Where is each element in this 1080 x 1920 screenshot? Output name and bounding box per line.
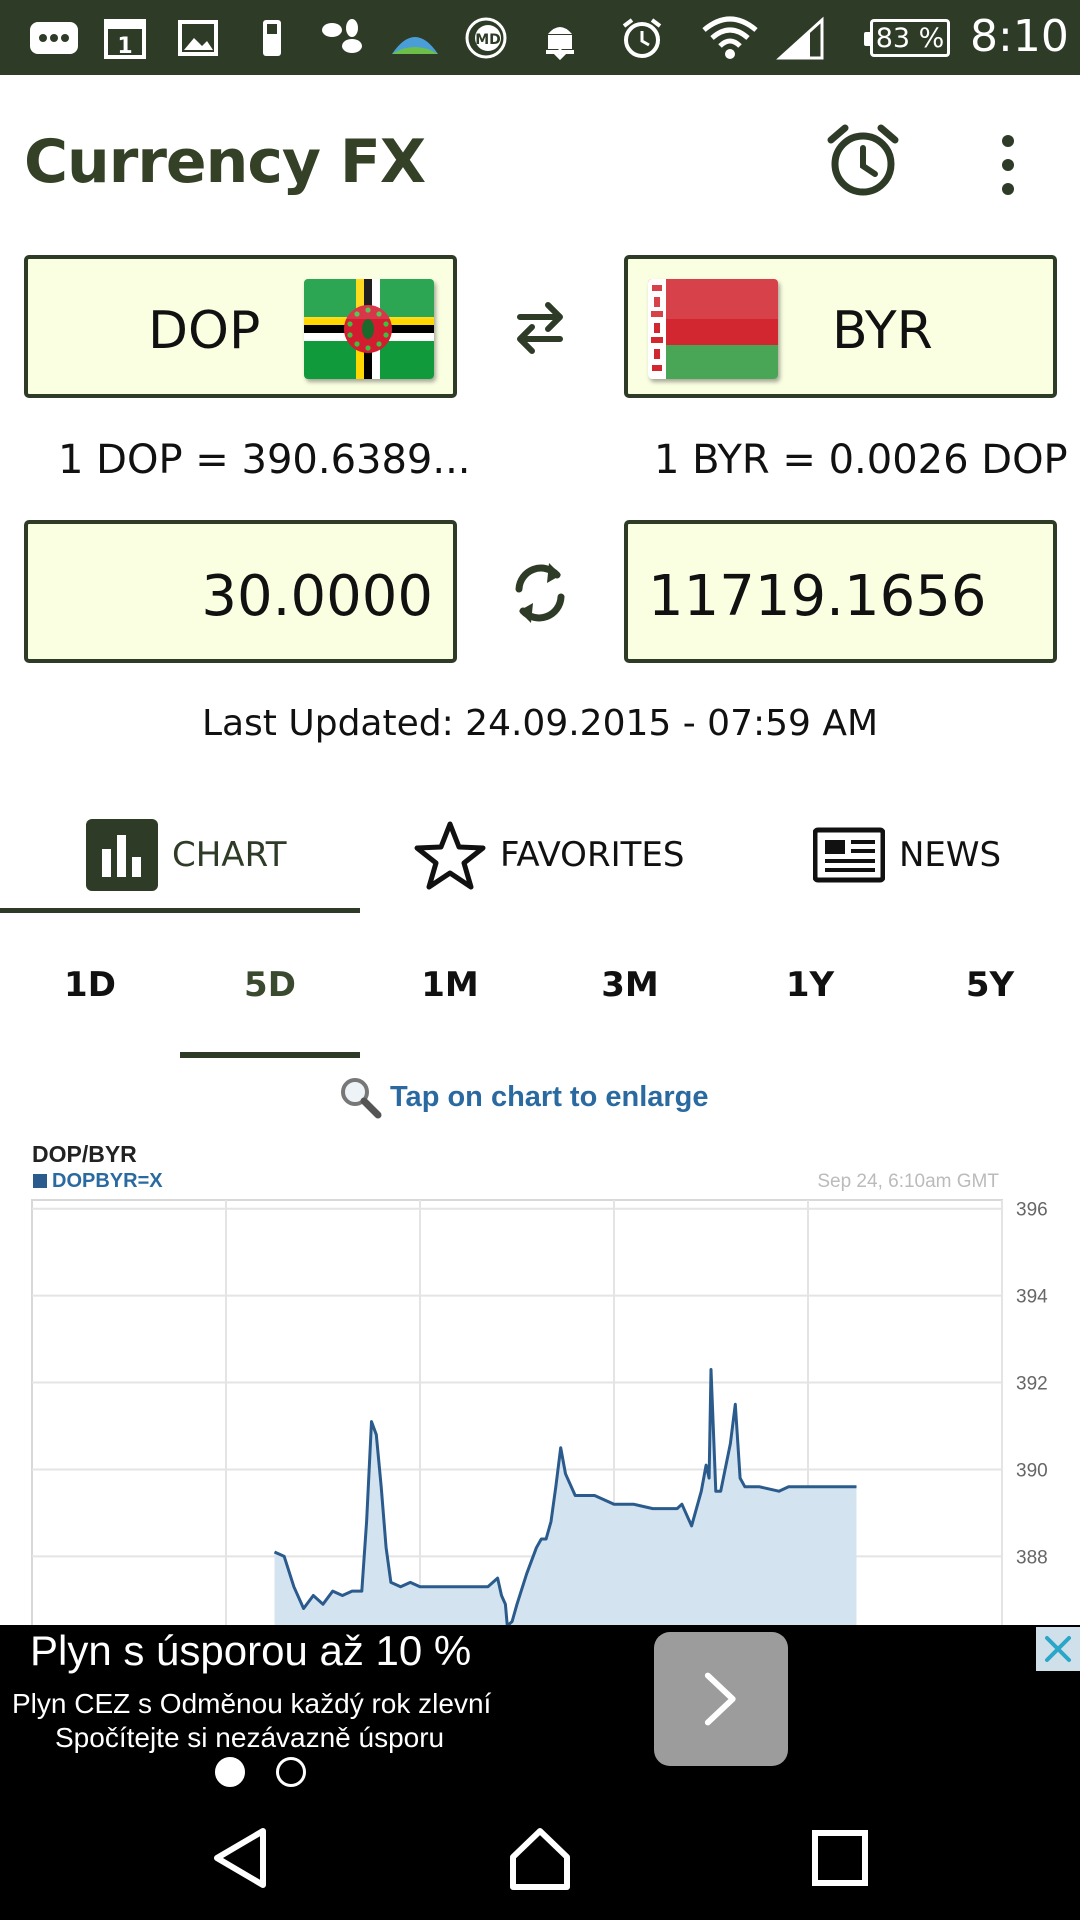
swap-currencies-button[interactable] <box>510 295 570 360</box>
tab-chart[interactable]: CHART <box>86 800 286 910</box>
rate-chart-svg: DOP/BYR DOPBYR=X Sep 24, 6:10am GMT 3963… <box>31 1141 1048 1625</box>
last-updated-label: Last Updated: 24.09.2015 - 07:59 AM <box>201 703 879 744</box>
period-5d[interactable]: 5D <box>180 965 360 1005</box>
message-icon <box>28 16 80 60</box>
swap-arrows-icon <box>517 302 563 354</box>
tab-news-label: NEWS <box>899 835 1002 875</box>
close-icon <box>1045 1636 1071 1662</box>
recents-square-icon <box>812 1830 868 1886</box>
period-active-indicator <box>180 1052 360 1058</box>
alarm-clock-icon <box>827 124 899 196</box>
wifi-icon <box>700 16 760 60</box>
magnifier-icon <box>341 1078 382 1119</box>
to-amount-field[interactable]: 11719.1656 <box>624 520 1057 663</box>
from-rate-label: 1 DOP = 390.6389... <box>58 437 471 483</box>
from-currency-code: DOP <box>148 301 261 361</box>
signal-icon <box>776 16 826 60</box>
nav-back-button[interactable] <box>207 1823 277 1893</box>
tab-news[interactable]: NEWS <box>813 800 1001 910</box>
ad-page-dot-1[interactable] <box>215 1757 245 1787</box>
ad-page-dot-2[interactable] <box>276 1757 306 1787</box>
app-bar: Currency FX <box>0 75 1080 245</box>
from-amount-field[interactable]: 30.0000 <box>24 520 457 663</box>
period-1y[interactable]: 1Y <box>720 965 900 1005</box>
md-app-icon: MD <box>460 16 512 60</box>
period-3m[interactable]: 3M <box>540 965 720 1005</box>
chart-timestamp: Sep 24, 6:10am GMT <box>817 1171 999 1192</box>
chart-y-tick-label: 396 <box>1016 1200 1048 1221</box>
to-currency-selector[interactable]: BYR <box>624 255 1057 398</box>
overflow-menu-button[interactable] <box>985 125 1031 205</box>
app-title: Currency FX <box>24 127 426 197</box>
to-rate-label: 1 BYR = 0.0026 DOP <box>654 437 1068 483</box>
belarus-flag-icon <box>648 279 778 379</box>
enlarge-hint[interactable]: Tap on chart to enlarge <box>338 1075 709 1119</box>
ad-line-1: Plyn CEZ s Odměnou každý rok zlevní <box>12 1688 492 1719</box>
bar-chart-icon <box>86 819 158 891</box>
ad-close-button[interactable] <box>1036 1627 1080 1671</box>
dominica-flag-icon <box>304 279 434 379</box>
star-icon <box>414 821 486 890</box>
chart-y-ticks: 396 394 392 390 388 <box>1016 1200 1048 1569</box>
landscape-app-icon <box>390 16 440 60</box>
refresh-icon <box>515 563 565 623</box>
ad-banner[interactable]: Plyn s úsporou až 10 % Plyn CEZ s Odměno… <box>0 1625 1080 1795</box>
battery-indicator: 83 % <box>864 19 950 57</box>
alarm-button[interactable] <box>823 120 903 200</box>
back-triangle-icon <box>214 1828 266 1888</box>
ad-title: Plyn s úsporou až 10 % <box>30 1627 472 1674</box>
refresh-button[interactable] <box>505 555 575 630</box>
tab-chart-label: CHART <box>172 835 287 875</box>
legend-series-name: DOPBYR=X <box>52 1170 163 1192</box>
period-1d[interactable]: 1D <box>0 965 180 1005</box>
chart-y-tick-label: 390 <box>1016 1460 1048 1481</box>
nav-home-button[interactable] <box>505 1823 575 1893</box>
chevron-right-icon <box>704 1672 736 1726</box>
android-download-icon <box>538 16 582 60</box>
from-currency-selector[interactable]: DOP <box>24 255 457 398</box>
period-1m[interactable]: 1M <box>360 965 540 1005</box>
svg-text:1: 1 <box>117 34 132 59</box>
enlarge-hint-text: Tap on chart to enlarge <box>390 1080 709 1113</box>
chart-y-tick-label: 392 <box>1016 1374 1048 1395</box>
tab-favorites-label: FAVORITES <box>500 835 685 875</box>
more-vertical-icon <box>1002 135 1014 195</box>
nav-recents-button[interactable] <box>805 1823 875 1893</box>
status-time: 8:10 <box>970 11 1069 62</box>
tab-active-indicator <box>0 908 360 913</box>
status-bar: 1 MD 83 % 8:10 <box>0 0 1080 75</box>
sim-icon <box>255 16 289 60</box>
calendar-icon: 1 <box>103 16 147 60</box>
chart-y-tick-label: 388 <box>1016 1547 1048 1568</box>
home-icon <box>510 1828 570 1890</box>
legend-swatch <box>33 1174 47 1188</box>
ad-next-button[interactable] <box>654 1632 788 1766</box>
period-5y[interactable]: 5Y <box>900 965 1080 1005</box>
from-amount-value: 30.0000 <box>201 564 433 629</box>
to-amount-value: 11719.1656 <box>648 564 987 629</box>
chart-y-tick-label: 394 <box>1016 1287 1048 1308</box>
navigation-bar <box>0 1795 1080 1920</box>
chart-title: DOP/BYR <box>32 1141 137 1167</box>
tab-favorites[interactable]: FAVORITES <box>414 800 684 910</box>
ad-line-2: Spočítejte si nezávazně úsporu <box>55 1722 445 1753</box>
svg-text:MD: MD <box>475 32 501 48</box>
image-icon <box>176 16 220 60</box>
to-currency-code: BYR <box>832 301 933 361</box>
newspaper-icon <box>813 827 885 883</box>
fan-icon <box>318 16 366 60</box>
alarm-status-icon <box>618 16 666 60</box>
rate-chart[interactable]: DOP/BYR DOPBYR=X Sep 24, 6:10am GMT 396 3… <box>24 1135 1064 1625</box>
